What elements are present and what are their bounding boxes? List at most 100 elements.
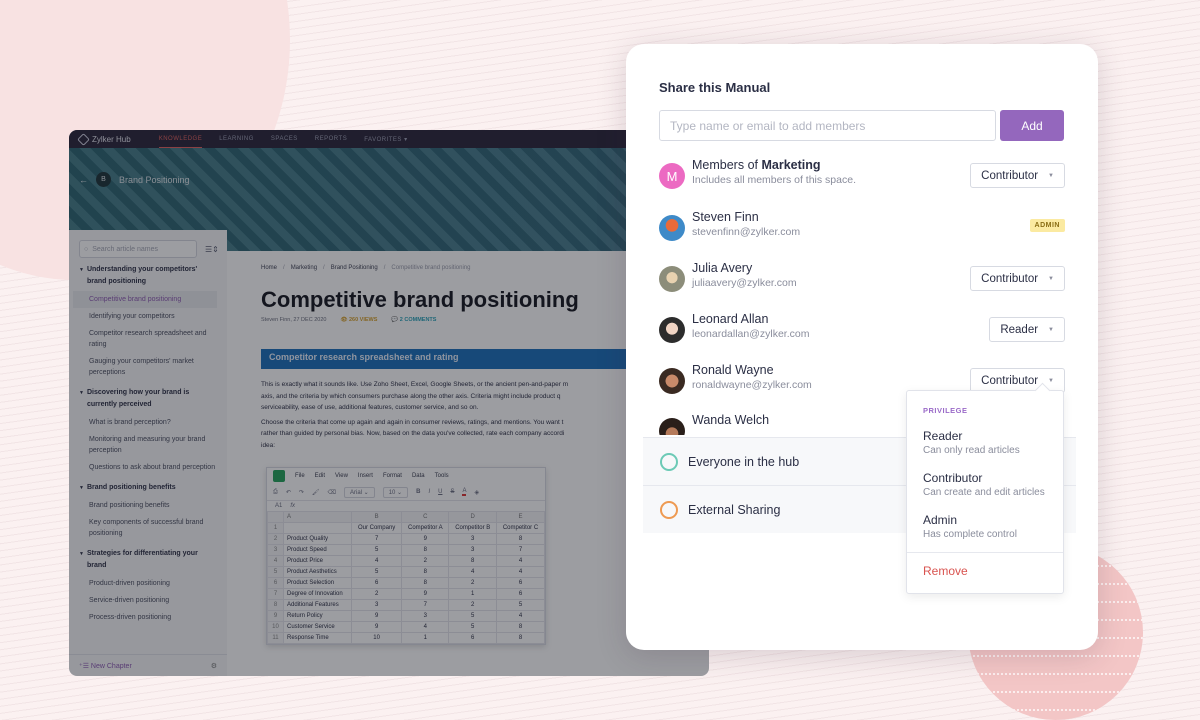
sheet-cell[interactable]: 7: [350, 533, 403, 545]
add-button[interactable]: Add: [1000, 110, 1064, 141]
breadcrumb-home[interactable]: Home: [261, 265, 277, 271]
font-size-select[interactable]: 10 ⌄: [382, 486, 409, 498]
sheet-cell[interactable]: 8: [496, 621, 545, 633]
row-number[interactable]: 7: [267, 588, 284, 600]
sheet-cell[interactable]: [283, 522, 352, 534]
sheet-cell[interactable]: 4: [496, 566, 545, 578]
redo-icon[interactable]: ↷: [299, 489, 304, 496]
sheet-cell[interactable]: Product Speed: [283, 544, 352, 556]
clear-format-icon[interactable]: ⌫: [328, 489, 336, 496]
sheet-cell[interactable]: 2: [350, 588, 403, 600]
row-number[interactable]: 4: [267, 555, 284, 567]
sheet-cell[interactable]: 4: [496, 555, 545, 567]
settings-gear-icon[interactable]: ⚙: [211, 662, 217, 670]
sheet-cell[interactable]: 9: [350, 610, 403, 622]
print-icon[interactable]: ⎙: [273, 489, 278, 496]
sidebar-article-item[interactable]: Competitor research spreadsheet and rati…: [79, 325, 217, 353]
bold-icon[interactable]: B: [416, 489, 420, 495]
sheet-cell[interactable]: Customer Service: [283, 621, 352, 633]
row-number[interactable]: 5: [267, 566, 284, 578]
sheet-cell[interactable]: 7: [496, 544, 545, 556]
privilege-option-admin[interactable]: Admin Has complete control: [923, 513, 1017, 540]
comments-link[interactable]: 💬 2 COMMENTS: [391, 317, 436, 323]
row-number[interactable]: 10: [267, 621, 284, 633]
sheet-menu-item[interactable]: Insert: [358, 473, 373, 479]
underline-icon[interactable]: U: [438, 489, 442, 495]
sheet-cell[interactable]: 9: [401, 588, 450, 600]
sheet-menu-item[interactable]: Format: [383, 473, 402, 479]
sheet-cell[interactable]: 7: [401, 599, 450, 611]
add-member-input[interactable]: [659, 110, 996, 141]
chapter-heading[interactable]: ▼ Understanding your competitors' brand p…: [79, 264, 217, 288]
sheet-cell[interactable]: 5: [496, 599, 545, 611]
sheet-cell[interactable]: 6: [496, 588, 545, 600]
sheet-menu-item[interactable]: Data: [412, 473, 425, 479]
sheet-cell[interactable]: 3: [448, 544, 498, 556]
formula-bar[interactable]: A1 fx: [267, 500, 545, 511]
sheet-cell[interactable]: 4: [350, 555, 403, 567]
sheet-cell[interactable]: 5: [350, 544, 403, 556]
sheet-cell[interactable]: Response Time: [283, 632, 352, 644]
row-number[interactable]: 11: [267, 632, 284, 644]
sheet-cell[interactable]: 4: [401, 621, 450, 633]
sheet-cell[interactable]: 8: [401, 566, 450, 578]
collapse-caret-icon[interactable]: ▼: [79, 264, 84, 288]
sheet-cell[interactable]: 5: [448, 621, 498, 633]
remove-member-button[interactable]: Remove: [923, 564, 968, 578]
sheet-cell[interactable]: Return Policy: [283, 610, 352, 622]
sheet-cell[interactable]: 3: [350, 599, 403, 611]
row-number[interactable]: 9: [267, 610, 284, 622]
sidebar-article-item[interactable]: Monitoring and measuring your brand perc…: [79, 431, 217, 459]
undo-icon[interactable]: ↶: [286, 489, 291, 496]
sheet-cell[interactable]: Competitor A: [401, 522, 450, 534]
sheet-menu-item[interactable]: Edit: [315, 473, 325, 479]
row-number[interactable]: 1: [267, 522, 284, 534]
sheet-cell[interactable]: 3: [401, 610, 450, 622]
sheet-cell[interactable]: Our Company: [350, 522, 403, 534]
role-select[interactable]: Reader ▼: [989, 317, 1065, 342]
sheet-cell[interactable]: 1: [448, 588, 498, 600]
sidebar-article-item[interactable]: Questions to ask about brand perception: [79, 459, 217, 476]
privilege-option-contributor[interactable]: Contributor Can create and edit articles: [923, 471, 1045, 498]
italic-icon[interactable]: I: [428, 489, 430, 495]
sheet-cell[interactable]: E: [496, 511, 545, 523]
sheet-cell[interactable]: 8: [401, 544, 450, 556]
role-select[interactable]: Contributor ▼: [970, 266, 1065, 291]
sheet-cell[interactable]: 2: [448, 577, 498, 589]
sheet-cell[interactable]: 6: [448, 632, 498, 644]
sheet-cell[interactable]: 1: [401, 632, 450, 644]
sheet-cell[interactable]: 9: [401, 533, 450, 545]
sheet-menu-item[interactable]: View: [335, 473, 348, 479]
sheet-cell[interactable]: Product Price: [283, 555, 352, 567]
sheet-cell[interactable]: 5: [448, 610, 498, 622]
sheet-cell[interactable]: 8: [496, 632, 545, 644]
sheet-cell[interactable]: D: [448, 511, 498, 523]
sheet-cell[interactable]: 2: [401, 555, 450, 567]
sheet-cell[interactable]: 3: [448, 533, 498, 545]
chapter-heading[interactable]: ▼ Brand positioning benefits: [79, 482, 217, 494]
sheet-cell[interactable]: B: [350, 511, 403, 523]
new-chapter-button[interactable]: ⁺☰ New Chapter: [79, 662, 132, 670]
sheet-cell[interactable]: 9: [350, 621, 403, 633]
sheet-cell[interactable]: Additional Features: [283, 599, 352, 611]
strikethrough-icon[interactable]: S: [450, 489, 454, 495]
sheet-cell[interactable]: Competitor B: [448, 522, 498, 534]
sheet-cell[interactable]: 8: [448, 555, 498, 567]
nav-tab-reports[interactable]: REPORTS: [315, 130, 347, 148]
sheet-cell[interactable]: Degree of Innovation: [283, 588, 352, 600]
nav-tab-favorites[interactable]: FAVORITES ▾: [364, 130, 407, 148]
nav-tab-learning[interactable]: LEARNING: [219, 130, 254, 148]
paint-format-icon[interactable]: 🖌: [312, 489, 320, 496]
sheet-cell[interactable]: 8: [401, 577, 450, 589]
breadcrumb-marketing[interactable]: Marketing: [291, 265, 317, 271]
fill-color-icon[interactable]: ◈: [474, 489, 479, 496]
sheet-cell[interactable]: Competitor C: [496, 522, 545, 534]
sheet-menu-item[interactable]: File: [295, 473, 305, 479]
sheet-cell[interactable]: C: [401, 511, 450, 523]
role-select[interactable]: Contributor ▼: [970, 163, 1065, 188]
sheet-cell[interactable]: 6: [350, 577, 403, 589]
sort-icon[interactable]: ☰⇕: [205, 245, 219, 254]
sheet-cell[interactable]: 6: [496, 577, 545, 589]
nav-tab-knowledge[interactable]: KNOWLEDGE: [158, 130, 203, 148]
font-select[interactable]: Arial ⌄: [343, 486, 375, 498]
